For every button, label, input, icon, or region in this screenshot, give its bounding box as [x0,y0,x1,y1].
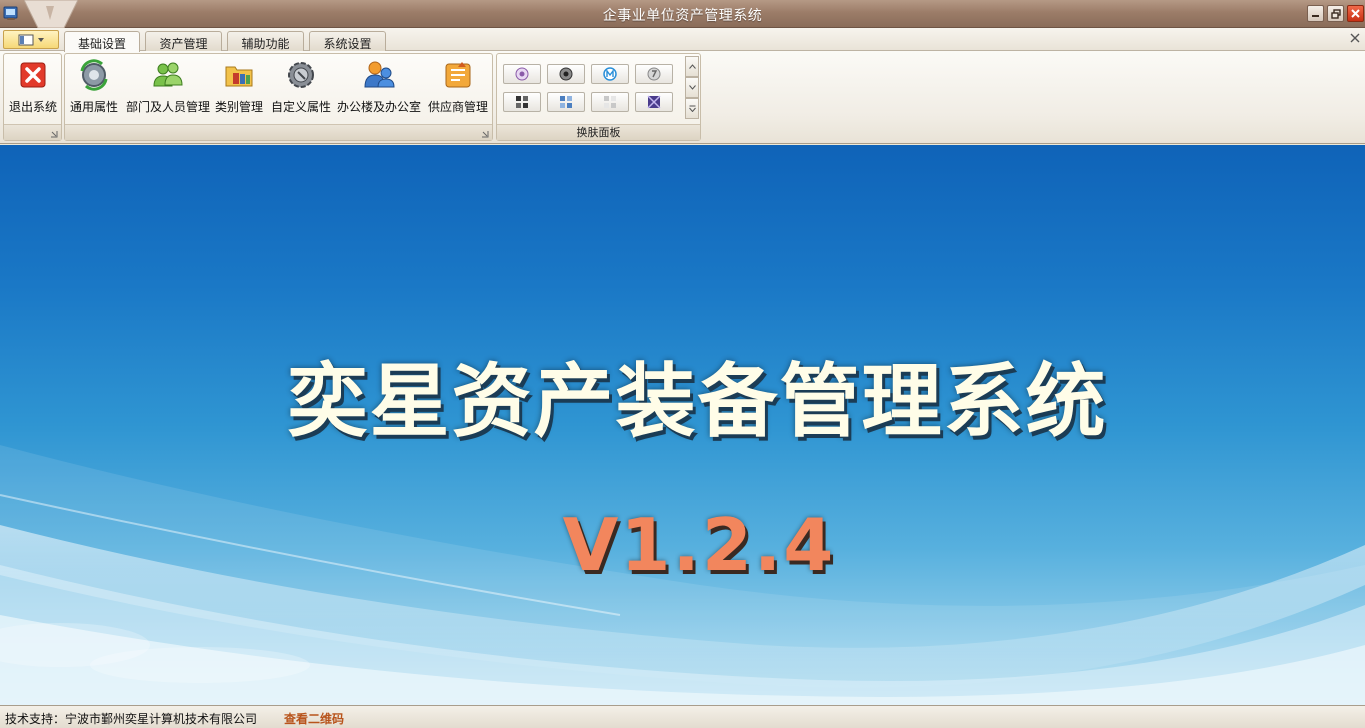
supplier-management-button[interactable]: 供应商管理 [425,57,491,119]
gear-refresh-icon [80,59,108,91]
main-splash-area: 奕星资产装备管理系统 V1.2.4 [0,145,1365,705]
splash-title: 奕星资产装备管理系统 [287,355,1108,448]
ribbon-group-basic: 通用属性 部门及人员管理 类别管理 自定义属性 办公楼及办公室 供应商管理 [64,53,493,141]
skin-group-label: 换肤面板 [497,124,700,140]
category-management-label: 类别管理 [214,100,263,114]
skin-option-1[interactable] [503,64,541,84]
skin-swatch-icon [560,96,572,108]
skin-option-4[interactable] [635,64,673,84]
exit-system-label: 退出系统 [8,100,57,114]
supplier-management-label: 供应商管理 [427,100,488,114]
ribbon-group-skin: 换肤面板 [496,53,701,141]
chevron-down-icon [37,37,44,42]
gallery-up-button[interactable] [685,56,699,77]
skin-swatch-icon [604,96,616,108]
skin-swatch-icon [515,67,529,81]
tab-asset-management[interactable]: 资产管理 [145,31,222,51]
dialog-launcher-icon[interactable] [50,130,58,138]
ribbon-group-exit: 退出系统 [3,53,62,141]
gallery-down-button[interactable] [685,77,699,98]
window-title: 企事业单位资产管理系统 [602,8,763,24]
chevron-down-icon [688,85,696,90]
skin-option-8[interactable] [635,92,673,112]
supplier-icon [445,62,471,88]
view-qr-code-link[interactable]: 查看二维码 [284,710,344,727]
ribbon-panel: 退出系统 通用属性 部门及人员管理 类别管理 自定义属性 办公楼及办公室 供应商… [0,51,1365,144]
gallery-expand-button[interactable] [685,98,699,119]
restore-button[interactable] [1327,5,1344,22]
restore-icon [1330,8,1341,19]
skin-option-6[interactable] [547,92,585,112]
dept-personnel-label: 部门及人员管理 [125,100,210,114]
tab-system-settings[interactable]: 系统设置 [309,31,386,51]
skin-option-5[interactable] [503,92,541,112]
app-menu-icon [18,34,33,45]
close-button[interactable] [1347,5,1364,22]
close-icon [1351,9,1360,18]
skin-swatch-icon [559,67,573,81]
skin-swatch-icon [516,96,528,108]
general-properties-label: 通用属性 [69,100,118,114]
minimize-icon [1312,15,1319,17]
office-user-icon [364,61,395,88]
office-building-label: 办公楼及办公室 [336,100,421,114]
title-bar: 企事业单位资产管理系统 [0,0,1365,28]
skin-option-3[interactable] [591,64,629,84]
expand-icon [688,105,696,112]
tab-auxiliary-functions[interactable]: 辅助功能 [227,31,304,51]
skin-option-7[interactable] [591,92,629,112]
custom-properties-label: 自定义属性 [270,100,331,114]
exit-icon [20,62,46,88]
ribbon-close-icon[interactable] [1350,33,1360,43]
chevron-up-icon [688,64,696,69]
office-building-button[interactable]: 办公楼及办公室 [335,57,423,119]
tech-support-text: 技术支持：宁波市鄞州奕星计算机技术有限公司 [5,712,258,726]
app-menu-button[interactable] [3,30,59,49]
dept-personnel-button[interactable]: 部门及人员管理 [122,57,214,119]
dialog-launcher-icon[interactable] [481,130,489,138]
category-folder-icon [225,66,253,87]
skin-swatch-icon [647,95,661,109]
minimize-button[interactable] [1307,5,1324,22]
custom-gear-icon [288,62,314,88]
general-properties-button[interactable]: 通用属性 [67,57,121,119]
skin-option-2[interactable] [547,64,585,84]
skin-gallery-scroll [685,56,699,120]
group-footer [65,124,492,140]
tab-basic-settings[interactable]: 基础设置 [64,31,140,52]
skin-swatch-icon [603,67,617,81]
skin-swatch-icon [647,67,661,81]
users-icon [153,62,183,87]
status-bar: 技术支持：宁波市鄞州奕星计算机技术有限公司 查看二维码 [0,705,1365,728]
custom-properties-button[interactable]: 自定义属性 [267,57,335,119]
category-management-button[interactable]: 类别管理 [213,57,265,119]
ribbon-tab-row: 基础设置 资产管理 辅助功能 系统设置 [0,28,1365,52]
exit-system-button[interactable]: 退出系统 [6,57,60,119]
splash-version: V1.2.4 [562,503,836,587]
